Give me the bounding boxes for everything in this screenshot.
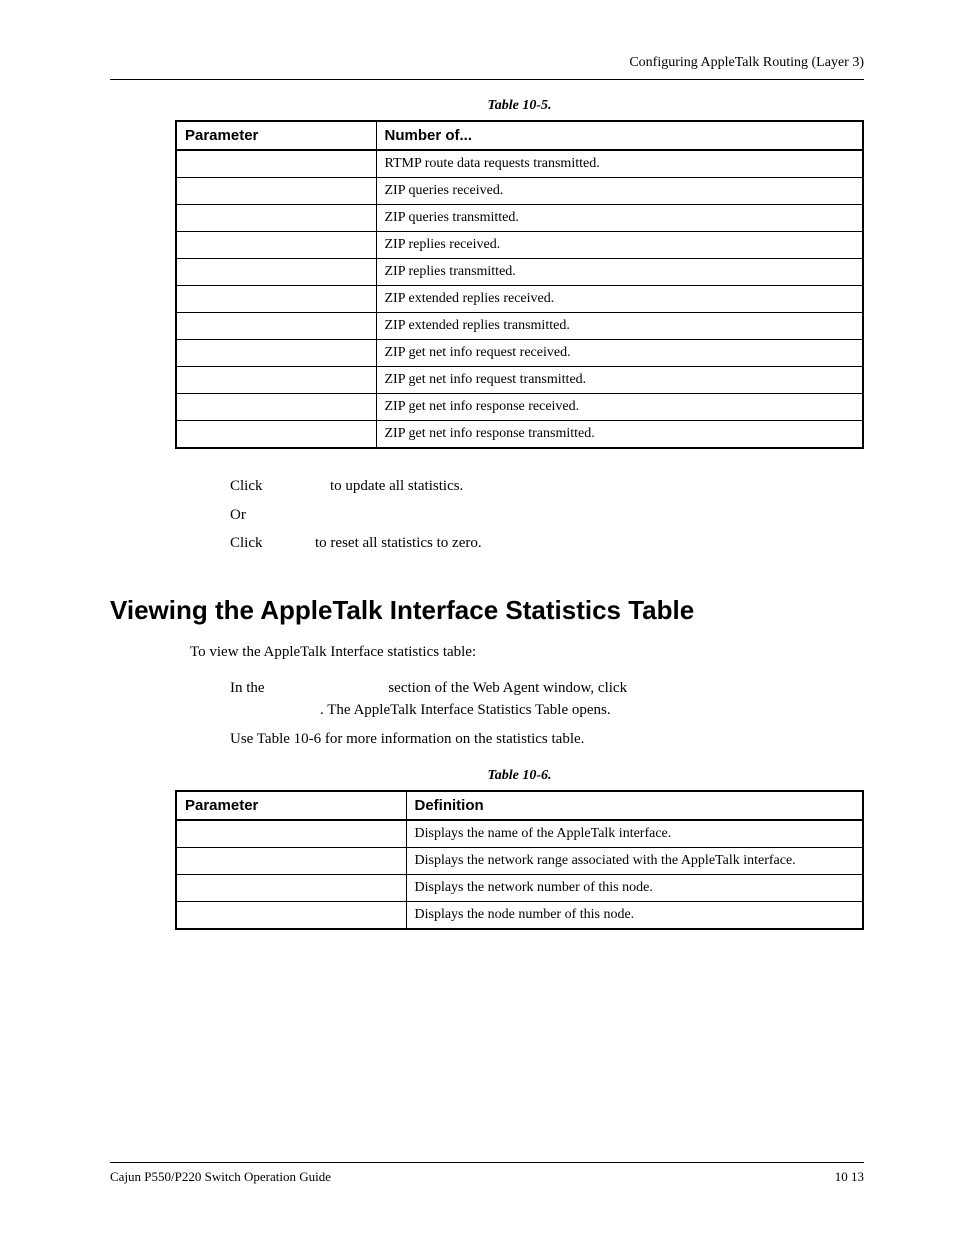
param-cell bbox=[176, 150, 376, 178]
section-body: In the section of the Web Agent window, … bbox=[230, 677, 864, 751]
click-label: Click bbox=[230, 478, 263, 494]
desc-cell: Displays the network number of this node… bbox=[406, 875, 863, 902]
table-row: ZIP extended replies transmitted. bbox=[176, 313, 863, 340]
table-row: RTMP route data requests transmitted. bbox=[176, 150, 863, 178]
table-10-6-h1: Parameter bbox=[176, 791, 406, 820]
desc-cell: ZIP get net info response received. bbox=[376, 394, 863, 421]
table-10-6: Parameter Definition Displays the name o… bbox=[175, 790, 864, 930]
section-lead: To view the AppleTalk Interface statisti… bbox=[190, 644, 864, 661]
table-10-5-caption: Table 10-5. bbox=[175, 98, 864, 114]
table-row: Displays the name of the AppleTalk inter… bbox=[176, 820, 863, 848]
desc-cell: ZIP replies transmitted. bbox=[376, 259, 863, 286]
table-10-5-h2: Number of... bbox=[376, 121, 863, 150]
param-cell bbox=[176, 848, 406, 875]
desc-cell: RTMP route data requests transmitted. bbox=[376, 150, 863, 178]
step-refresh-text: to update all statistics. bbox=[330, 478, 463, 494]
header-right: Configuring AppleTalk Routing (Layer 3) bbox=[110, 55, 864, 71]
table-row: ZIP get net info response transmitted. bbox=[176, 421, 863, 449]
param-cell bbox=[176, 421, 376, 449]
param-cell bbox=[176, 286, 376, 313]
p1b: section of the Web Agent window, click bbox=[388, 680, 627, 696]
table-row: ZIP extended replies received. bbox=[176, 286, 863, 313]
section-step-1: In the section of the Web Agent window, … bbox=[230, 677, 864, 722]
section-step-2: Use Table 10-6 for more information on t… bbox=[230, 728, 864, 751]
header-rule bbox=[110, 79, 864, 80]
desc-cell: ZIP queries received. bbox=[376, 178, 863, 205]
table-row: Displays the network range associated wi… bbox=[176, 848, 863, 875]
table-10-5-h1: Parameter bbox=[176, 121, 376, 150]
step-refresh: Click to update all statistics. bbox=[230, 475, 864, 498]
table-header-row: Parameter Number of... bbox=[176, 121, 863, 150]
table-header-row: Parameter Definition bbox=[176, 791, 863, 820]
desc-cell: Displays the node number of this node. bbox=[406, 902, 863, 930]
param-cell bbox=[176, 205, 376, 232]
desc-cell: ZIP get net info response transmitted. bbox=[376, 421, 863, 449]
step-clear-text: to reset all statistics to zero. bbox=[315, 535, 482, 551]
step-clear: Click to reset all statistics to zero. bbox=[230, 532, 864, 555]
p1a: In the bbox=[230, 680, 265, 696]
param-cell bbox=[176, 367, 376, 394]
table-row: Displays the network number of this node… bbox=[176, 875, 863, 902]
table-10-6-caption: Table 10-6. bbox=[175, 768, 864, 784]
desc-cell: ZIP queries transmitted. bbox=[376, 205, 863, 232]
desc-cell: ZIP get net info request received. bbox=[376, 340, 863, 367]
table-row: ZIP replies received. bbox=[176, 232, 863, 259]
param-cell bbox=[176, 902, 406, 930]
desc-cell: ZIP get net info request transmitted. bbox=[376, 367, 863, 394]
table-row: ZIP queries received. bbox=[176, 178, 863, 205]
param-cell bbox=[176, 178, 376, 205]
desc-cell: ZIP extended replies received. bbox=[376, 286, 863, 313]
mid-steps: Click to update all statistics. Or Click… bbox=[230, 475, 864, 555]
p1c: . The AppleTalk Interface Statistics Tab… bbox=[320, 702, 611, 718]
table-row: ZIP queries transmitted. bbox=[176, 205, 863, 232]
param-cell bbox=[176, 313, 376, 340]
table-10-5: Parameter Number of... RTMP route data r… bbox=[175, 120, 864, 449]
footer-left: Cajun P550/P220 Switch Operation Guide bbox=[110, 1169, 331, 1185]
table-10-6-wrap: Table 10-6. Parameter Definition Display… bbox=[175, 768, 864, 930]
page: Configuring AppleTalk Routing (Layer 3) … bbox=[0, 0, 954, 1235]
footer-rule bbox=[110, 1162, 864, 1163]
param-cell bbox=[176, 820, 406, 848]
desc-cell: ZIP replies received. bbox=[376, 232, 863, 259]
table-row: ZIP get net info request received. bbox=[176, 340, 863, 367]
param-cell bbox=[176, 394, 376, 421]
click-label-2: Click bbox=[230, 535, 263, 551]
table-row: Displays the node number of this node. bbox=[176, 902, 863, 930]
param-cell bbox=[176, 875, 406, 902]
page-footer: Cajun P550/P220 Switch Operation Guide 1… bbox=[110, 1154, 864, 1185]
param-cell bbox=[176, 340, 376, 367]
param-cell bbox=[176, 259, 376, 286]
section-heading: Viewing the AppleTalk Interface Statisti… bbox=[110, 595, 864, 626]
desc-cell: Displays the name of the AppleTalk inter… bbox=[406, 820, 863, 848]
table-10-5-wrap: Table 10-5. Parameter Number of... RTMP … bbox=[175, 98, 864, 449]
step-or: Or bbox=[230, 504, 864, 527]
desc-cell: Displays the network range associated wi… bbox=[406, 848, 863, 875]
table-row: ZIP replies transmitted. bbox=[176, 259, 863, 286]
footer-right: 10 13 bbox=[835, 1169, 864, 1185]
table-row: ZIP get net info request transmitted. bbox=[176, 367, 863, 394]
table-row: ZIP get net info response received. bbox=[176, 394, 863, 421]
table-10-6-h2: Definition bbox=[406, 791, 863, 820]
param-cell bbox=[176, 232, 376, 259]
desc-cell: ZIP extended replies transmitted. bbox=[376, 313, 863, 340]
